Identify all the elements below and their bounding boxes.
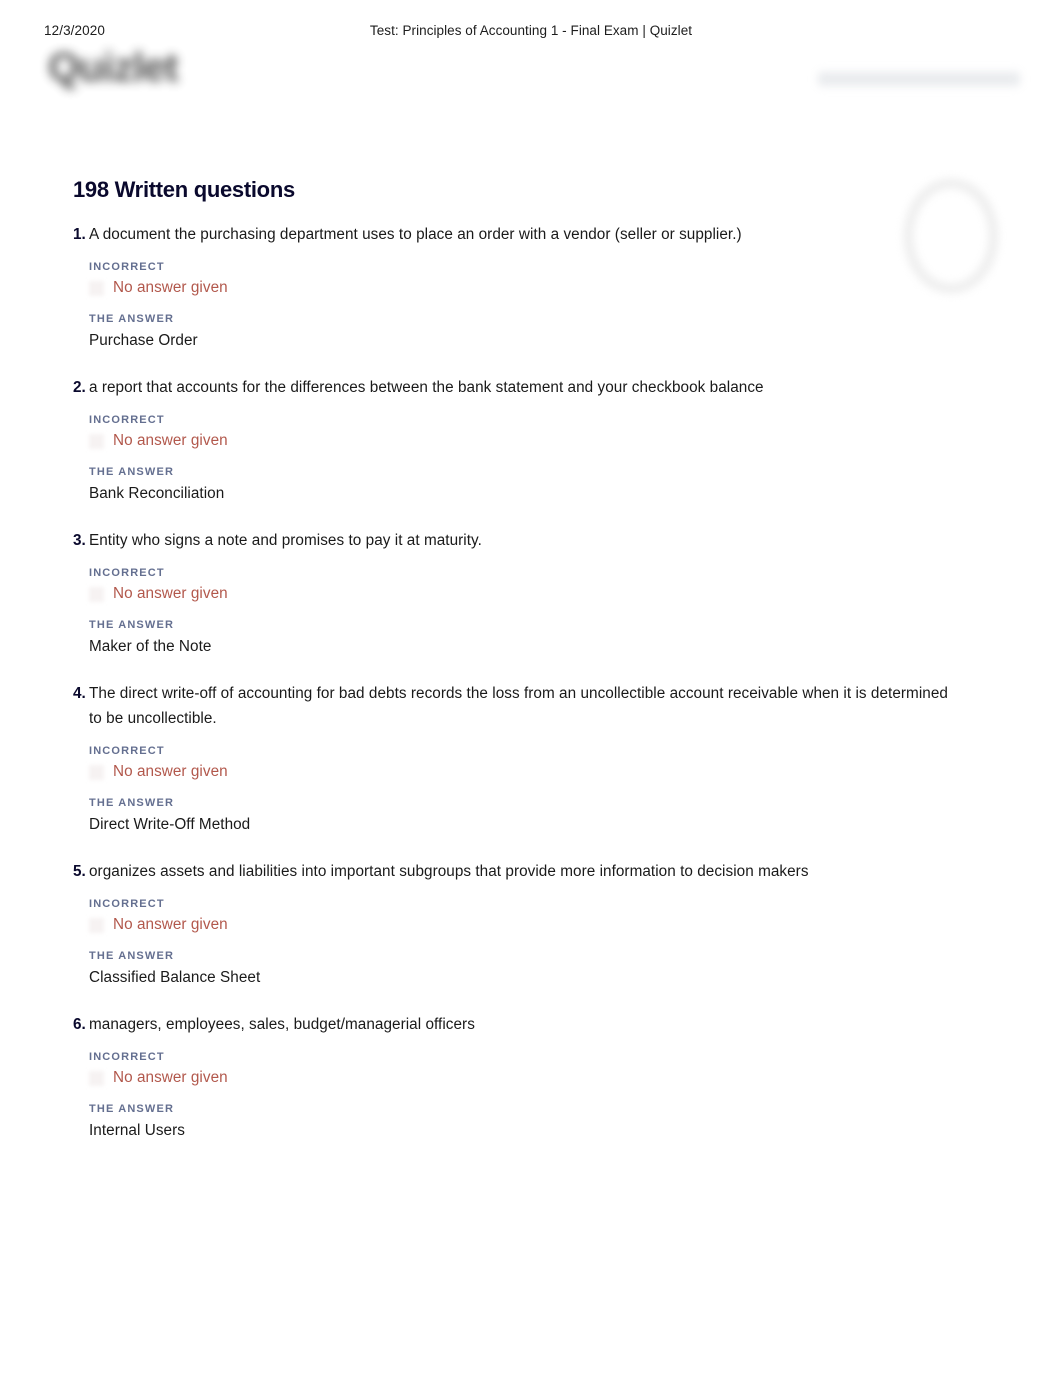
question-item: 5. organizes assets and liabilities into… bbox=[0, 859, 1062, 989]
user-answer-row: No answer given bbox=[89, 430, 952, 452]
the-answer-label: THE ANSWER bbox=[89, 619, 175, 631]
question-prompt: a report that accounts for the differenc… bbox=[89, 379, 764, 396]
user-answer-text: No answer given bbox=[113, 916, 228, 933]
user-answer-text: No answer given bbox=[113, 432, 228, 449]
question-number: 2. bbox=[73, 379, 86, 396]
question-prompt: managers, employees, sales, budget/manag… bbox=[89, 1016, 475, 1033]
question-item: 4. The direct write-off of accounting fo… bbox=[0, 681, 1062, 836]
status-badge: INCORRECT bbox=[89, 898, 165, 910]
question-item: 6. managers, employees, sales, budget/ma… bbox=[0, 1012, 1062, 1142]
question-item: 1. A document the purchasing department … bbox=[0, 222, 1062, 352]
user-answer-text: No answer given bbox=[113, 279, 228, 296]
user-answer-row: No answer given bbox=[89, 914, 952, 936]
incorrect-x-icon bbox=[89, 280, 104, 296]
user-answer-row: No answer given bbox=[89, 761, 952, 783]
question-number: 5. bbox=[73, 863, 86, 880]
question-prompt-row: 1. A document the purchasing department … bbox=[73, 222, 952, 247]
user-answer-row: No answer given bbox=[89, 277, 952, 299]
status-badge: INCORRECT bbox=[89, 745, 165, 757]
correct-answer-text: Direct Write-Off Method bbox=[89, 816, 251, 833]
question-prompt-row: 3. Entity who signs a note and promises … bbox=[73, 528, 952, 553]
question-number: 1. bbox=[73, 226, 86, 243]
incorrect-x-icon bbox=[89, 1070, 104, 1086]
user-answer-text: No answer given bbox=[113, 763, 228, 780]
question-prompt: The direct write-off of accounting for b… bbox=[89, 685, 948, 727]
document-title: Test: Principles of Accounting 1 - Final… bbox=[369, 23, 693, 38]
header-placeholder-bar bbox=[818, 72, 1020, 86]
correct-answer-text: Bank Reconciliation bbox=[89, 485, 225, 502]
the-answer-label: THE ANSWER bbox=[89, 797, 175, 809]
user-answer-row: No answer given bbox=[89, 583, 952, 605]
question-prompt: A document the purchasing department use… bbox=[89, 226, 742, 243]
correct-answer-text: Internal Users bbox=[89, 1122, 185, 1139]
question-number: 3. bbox=[73, 532, 86, 549]
page-title: 198 Written questions bbox=[73, 177, 295, 202]
question-prompt-row: 4. The direct write-off of accounting fo… bbox=[73, 681, 952, 731]
quizlet-wordmark-logo[interactable]: Quizlet bbox=[48, 44, 179, 91]
incorrect-x-icon bbox=[89, 433, 104, 449]
question-prompt: organizes assets and liabilities into im… bbox=[89, 863, 809, 880]
incorrect-x-icon bbox=[89, 586, 104, 602]
question-prompt-row: 6. managers, employees, sales, budget/ma… bbox=[73, 1012, 952, 1037]
correct-answer-text: Classified Balance Sheet bbox=[89, 969, 261, 986]
incorrect-x-icon bbox=[89, 917, 104, 933]
user-answer-row: No answer given bbox=[89, 1067, 952, 1089]
question-item: 2. a report that accounts for the differ… bbox=[0, 375, 1062, 505]
correct-answer-text: Maker of the Note bbox=[89, 638, 212, 655]
the-answer-label: THE ANSWER bbox=[89, 950, 175, 962]
question-number: 6. bbox=[73, 1016, 86, 1033]
the-answer-label: THE ANSWER bbox=[89, 466, 175, 478]
status-badge: INCORRECT bbox=[89, 567, 165, 579]
questions-list: 1. A document the purchasing department … bbox=[0, 222, 1062, 1165]
question-prompt-row: 5. organizes assets and liabilities into… bbox=[73, 859, 952, 884]
user-answer-text: No answer given bbox=[113, 1069, 228, 1086]
question-item: 3. Entity who signs a note and promises … bbox=[0, 528, 1062, 658]
the-answer-label: THE ANSWER bbox=[89, 313, 175, 325]
print-header: 12/3/2020 Test: Principles of Accounting… bbox=[0, 0, 1062, 46]
incorrect-x-icon bbox=[89, 764, 104, 780]
the-answer-label: THE ANSWER bbox=[89, 1103, 175, 1115]
user-answer-text: No answer given bbox=[113, 585, 228, 602]
status-badge: INCORRECT bbox=[89, 1051, 165, 1063]
status-badge: INCORRECT bbox=[89, 261, 165, 273]
status-badge: INCORRECT bbox=[89, 414, 165, 426]
question-number: 4. bbox=[73, 685, 86, 702]
question-prompt-row: 2. a report that accounts for the differ… bbox=[73, 375, 952, 400]
question-prompt: Entity who signs a note and promises to … bbox=[89, 532, 482, 549]
correct-answer-text: Purchase Order bbox=[89, 332, 198, 349]
